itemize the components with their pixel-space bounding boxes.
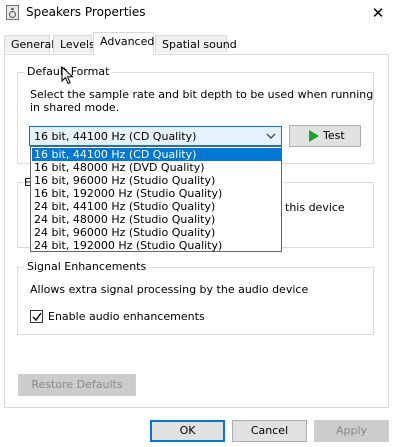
enable-audio-enhancements-label[interactable]: Enable audio enhancements — [48, 310, 205, 323]
dropdown-option[interactable]: 16 bit, 44100 Hz (CD Quality) — [32, 148, 282, 161]
default-format-description-2: in shared mode. — [30, 101, 120, 114]
dropdown-option[interactable]: 24 bit, 48000 Hz (Studio Quality) — [32, 213, 282, 226]
play-icon — [309, 130, 319, 142]
mouse-cursor-icon — [61, 66, 74, 85]
default-format-description-1: Select the sample rate and bit depth to … — [30, 88, 374, 101]
test-button[interactable]: Test — [289, 125, 361, 147]
close-button[interactable]: ✕ — [363, 0, 393, 26]
sample-rate-combobox[interactable]: 16 bit, 44100 Hz (CD Quality) — [29, 126, 282, 146]
cancel-button[interactable]: Cancel — [232, 420, 307, 442]
tab-advanced[interactable]: Advanced — [93, 32, 154, 55]
checkmark-icon — [32, 312, 42, 322]
signal-enhancements-description: Allows extra signal processing by the au… — [30, 283, 309, 296]
dropdown-option[interactable]: 16 bit, 192000 Hz (Studio Quality) — [32, 187, 282, 200]
title-bar: Speakers Properties ✕ — [0, 0, 393, 26]
exclusive-group-border — [283, 182, 373, 183]
sample-rate-selected: 16 bit, 44100 Hz (CD Quality) — [34, 130, 197, 143]
tab-label: General — [11, 38, 55, 51]
exclusive-mode-text: this device — [285, 201, 345, 214]
speaker-icon — [6, 5, 19, 20]
exclusive-group-border — [17, 182, 18, 248]
apply-button[interactable]: Apply — [314, 420, 389, 442]
exclusive-group-border — [373, 182, 374, 248]
dropdown-option[interactable]: 16 bit, 48000 Hz (DVD Quality) — [32, 161, 282, 174]
tab-label: Spatial sound — [162, 38, 237, 51]
restore-defaults-button[interactable]: Restore Defaults — [18, 374, 136, 396]
test-button-label: Test — [323, 129, 345, 142]
dropdown-option[interactable]: 24 bit, 192000 Hz (Studio Quality) — [32, 239, 282, 252]
tab-general[interactable]: General — [4, 35, 54, 53]
tab-levels[interactable]: Levels — [53, 35, 95, 53]
tab-strip: General Levels Advanced Spatial sound — [0, 32, 393, 55]
chevron-down-icon — [266, 133, 276, 139]
tab-label: Levels — [60, 38, 95, 51]
dropdown-option[interactable]: 24 bit, 44100 Hz (Studio Quality) — [32, 200, 282, 213]
signal-enhancements-legend: Signal Enhancements — [24, 260, 150, 273]
enable-audio-enhancements-checkbox[interactable] — [30, 310, 43, 323]
tab-label: Advanced — [100, 35, 155, 48]
dropdown-option[interactable]: 24 bit, 96000 Hz (Studio Quality) — [32, 226, 282, 239]
window-title: Speakers Properties — [26, 5, 146, 19]
tab-spatial-sound[interactable]: Spatial sound — [155, 35, 237, 53]
ok-button[interactable]: OK — [150, 420, 225, 442]
close-icon: ✕ — [371, 4, 385, 22]
sample-rate-dropdown-list: 16 bit, 44100 Hz (CD Quality) 16 bit, 48… — [30, 146, 282, 252]
signal-enhancements-group: Signal Enhancements — [17, 260, 374, 335]
dropdown-option[interactable]: 16 bit, 96000 Hz (Studio Quality) — [32, 174, 282, 187]
